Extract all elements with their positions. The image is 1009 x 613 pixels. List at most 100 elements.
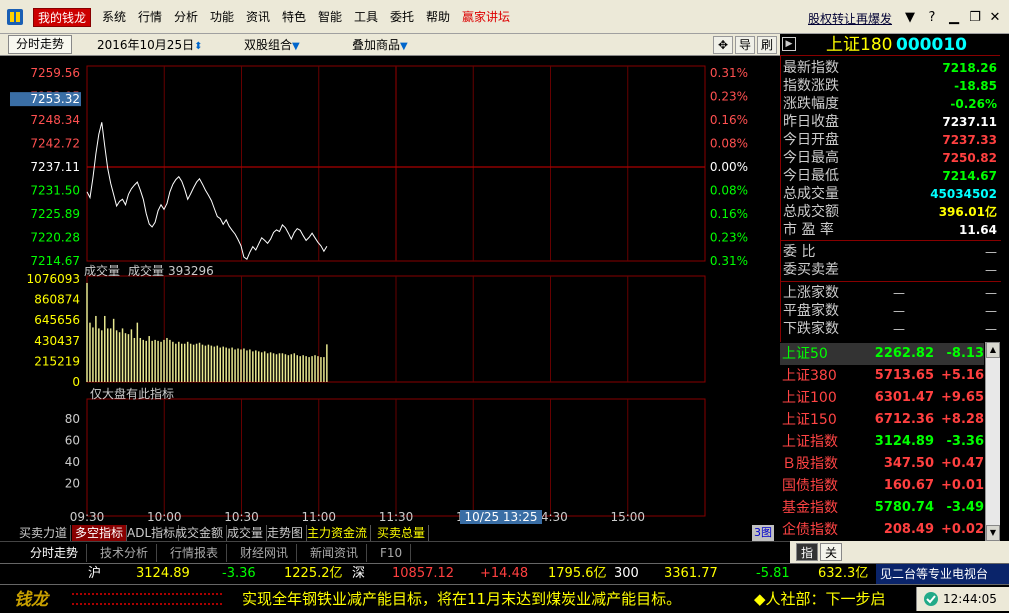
restore-icon[interactable]: ❐ bbox=[966, 9, 984, 27]
decorative-dots bbox=[72, 593, 222, 605]
menu-tools[interactable]: 工具 bbox=[352, 8, 380, 27]
time-tick: 15:00 bbox=[610, 510, 645, 524]
date-selector[interactable]: 2016年10月25日⬍ bbox=[97, 36, 202, 54]
refresh-button[interactable]: 刷 bbox=[757, 36, 777, 54]
ticker-item: 300 bbox=[614, 566, 639, 581]
move-icon[interactable]: ✥ bbox=[713, 36, 733, 54]
indicator-tab[interactable]: ADL指标 bbox=[124, 525, 180, 541]
ticker-item: 10857.12 bbox=[392, 566, 455, 581]
tv-notice[interactable]: 见二台等专业电视台 bbox=[876, 564, 1009, 584]
index-price: 208.49 bbox=[883, 522, 934, 537]
news-headline[interactable]: 实现全年钢铁业减产能目标，将在11月末达到煤炭业减产能目标。 bbox=[242, 589, 681, 609]
indicator-tab[interactable]: 走势图 bbox=[264, 525, 308, 541]
current-price-value: 7253.32 bbox=[30, 92, 80, 106]
index-name: 基金指数 bbox=[782, 500, 838, 516]
three-chart-button[interactable]: 3图 bbox=[752, 525, 774, 541]
breadth-value-b: — bbox=[985, 286, 997, 300]
index-name: 国债指数 bbox=[782, 478, 838, 494]
indicator-axis: 80 60 40 20 bbox=[65, 412, 80, 491]
volume-bars bbox=[86, 282, 328, 382]
dropdown-icon[interactable]: ▼ bbox=[901, 9, 919, 27]
index-row[interactable]: 上证380 5713.65 +5.16 bbox=[780, 365, 984, 387]
breadth-label: 平盘家数 bbox=[783, 303, 839, 319]
function-tab[interactable]: 财经网讯 bbox=[232, 544, 298, 562]
volume-value: 393296 bbox=[168, 264, 214, 278]
indicator-tab[interactable]: 主力资金流 bbox=[304, 525, 372, 541]
index-name: 上证指数 bbox=[782, 434, 838, 450]
index-row[interactable]: 基金指数 5780.74 -3.49 bbox=[780, 497, 984, 519]
news-bar: 钱龙 实现全年钢铁业减产能目标，将在11月末达到煤炭业减产能目标。 ◆人社部：下… bbox=[0, 584, 1009, 613]
menu-functions[interactable]: 功能 bbox=[208, 8, 236, 27]
menu-winner-forum[interactable]: 赢家讲坛 bbox=[460, 8, 512, 27]
menu-system[interactable]: 系统 bbox=[100, 8, 128, 27]
quote-label: 昨日收盘 bbox=[783, 114, 839, 130]
app-name-button[interactable]: 我的钱龙 bbox=[33, 8, 92, 27]
ticker-item: -5.81 bbox=[756, 566, 790, 581]
index-row[interactable]: 上证指数 3124.89 -3.36 bbox=[780, 431, 984, 453]
percent-axis: 0.31% 0.23% 0.16% 0.08% 0.00% 0.08% 0.16% 0.23%… bbox=[710, 66, 748, 268]
tab-index[interactable]: 指 bbox=[796, 543, 818, 561]
quote-value: 7250.82 bbox=[942, 151, 997, 165]
app-logo-icon bbox=[7, 9, 23, 25]
overlay-dropdown[interactable]: 叠加商品▼ bbox=[352, 36, 408, 54]
index-change: +0.02 bbox=[941, 522, 984, 537]
quote-value: 11.64 bbox=[959, 223, 997, 237]
index-row[interactable]: 上证150 6712.36 +8.28 bbox=[780, 409, 984, 431]
time-tick: 10:00 bbox=[147, 510, 182, 524]
index-name: 企债指数 bbox=[782, 522, 838, 538]
index-price: 5713.65 bbox=[874, 368, 934, 383]
headline-link[interactable]: 股权转让再爆发 bbox=[808, 11, 892, 27]
index-row[interactable]: 上证100 6301.47 +9.65 bbox=[780, 387, 984, 409]
price-tick: 7231.50 bbox=[30, 184, 80, 198]
function-tab[interactable]: 技术分析 bbox=[92, 544, 158, 562]
index-row[interactable]: 上证50 2262.82 -8.13 bbox=[780, 343, 984, 365]
indicator-tab[interactable]: 成交量 bbox=[224, 525, 268, 541]
indicator-tab[interactable]: 多空指标 bbox=[72, 525, 128, 541]
indicator-tab[interactable]: 成交金额 bbox=[172, 525, 228, 541]
menu-info[interactable]: 资讯 bbox=[244, 8, 272, 27]
function-tab[interactable]: F10 bbox=[372, 544, 412, 562]
combo-label: 双股组合 bbox=[244, 38, 293, 52]
index-row[interactable]: 国债指数 160.67 +0.01 bbox=[780, 475, 984, 497]
menu-analysis[interactable]: 分析 bbox=[172, 8, 200, 27]
menu-features[interactable]: 特色 bbox=[280, 8, 308, 27]
intraday-chart[interactable]: 7259.567253.957248.347242.727237.117231.… bbox=[0, 56, 780, 525]
menu-bar: 我的钱龙 系统 行情 分析 功能 资讯 特色 智能 工具 委托 帮助 赢家讲坛 … bbox=[0, 0, 1009, 34]
function-tab[interactable]: 行情报表 bbox=[162, 544, 228, 562]
ticker-item: 3124.89 bbox=[136, 566, 190, 581]
index-row[interactable]: 企债指数 208.49 +0.02 bbox=[780, 519, 984, 541]
intraday-button[interactable]: 分时走势 bbox=[8, 35, 72, 54]
index-row[interactable]: Ｂ股指数 347.50 +0.47 bbox=[780, 453, 984, 475]
function-tab[interactable]: 分时走势 bbox=[22, 544, 88, 562]
index-change: +8.28 bbox=[941, 412, 984, 427]
news-headline-next[interactable]: ◆人社部：下一步启 bbox=[754, 589, 886, 609]
indicator-note: 仅大盘有此指标 bbox=[90, 386, 174, 401]
guide-button[interactable]: 导 bbox=[735, 36, 755, 54]
menu-quotes[interactable]: 行情 bbox=[136, 8, 164, 27]
dual-stock-combo-dropdown[interactable]: 双股组合▼ bbox=[244, 36, 300, 54]
index-name: 上证100 bbox=[782, 390, 837, 406]
ticker-item: 1225.2亿 bbox=[284, 566, 343, 581]
quote-value: 7237.11 bbox=[942, 115, 997, 129]
indicator-tab[interactable]: 买卖总量 bbox=[374, 525, 430, 541]
help-icon[interactable]: ? bbox=[923, 9, 941, 27]
scroll-up-icon[interactable]: ▲ bbox=[986, 342, 1000, 358]
index-list-scrollbar[interactable]: ▲ ▼ bbox=[985, 342, 1000, 542]
minimize-icon[interactable]: ▁ bbox=[945, 9, 963, 27]
close-icon[interactable]: ✕ bbox=[986, 9, 1004, 27]
menu-help[interactable]: 帮助 bbox=[424, 8, 452, 27]
ticker-item: 深 bbox=[352, 566, 366, 581]
quote-value: -18.85 bbox=[954, 79, 997, 93]
panel-toggle-icon[interactable]: ▶ bbox=[782, 37, 796, 51]
clock: 12:44:05 bbox=[943, 592, 997, 606]
order-diff-value: — bbox=[985, 263, 997, 277]
time-axis: 09:3010:0010:3011:0011:3014:0014:3015:00 bbox=[70, 510, 645, 524]
scroll-down-icon[interactable]: ▼ bbox=[986, 525, 1000, 541]
indicator-tab[interactable]: 买卖力道 bbox=[16, 525, 72, 541]
indicator-tabs: 买卖力道 多空指标 ADL指标 成交金额 成交量 走势图 主力资金流 买卖总量 bbox=[8, 525, 774, 541]
menu-trade[interactable]: 委托 bbox=[388, 8, 416, 27]
quote-label: 市 盈 率 bbox=[783, 222, 834, 238]
menu-smart[interactable]: 智能 bbox=[316, 8, 344, 27]
tab-watch[interactable]: 关 bbox=[820, 543, 842, 561]
function-tab[interactable]: 新闻资讯 bbox=[302, 544, 368, 562]
